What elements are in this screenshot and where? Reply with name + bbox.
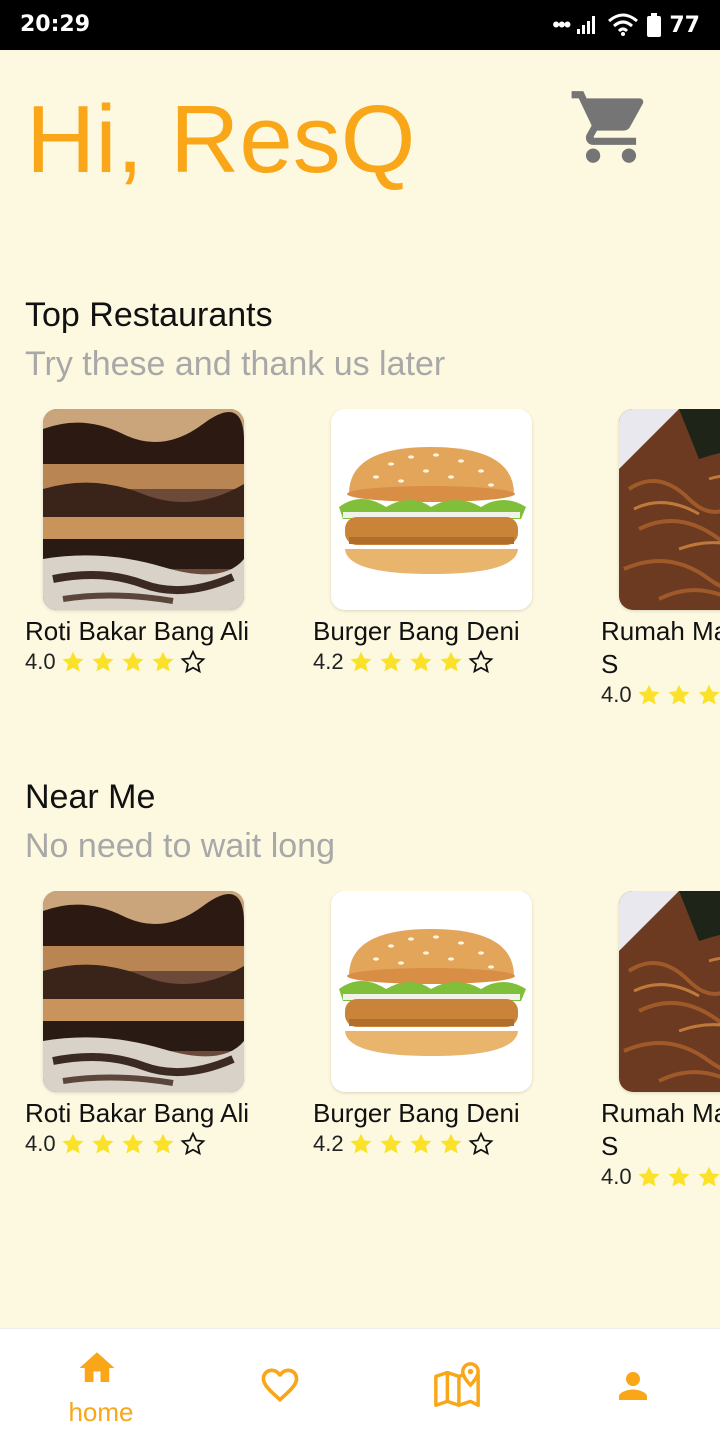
restaurant-rating: 4.0 xyxy=(601,682,720,708)
star-filled-icon xyxy=(668,1166,690,1187)
star-filled-icon xyxy=(152,651,174,672)
nav-profile[interactable] xyxy=(542,1329,720,1440)
star-filled-icon xyxy=(410,1133,432,1154)
restaurant-rating: 4.0 xyxy=(25,649,208,675)
star-filled-icon xyxy=(380,1133,402,1154)
restaurant-name: Burger Bang Deni xyxy=(313,616,520,646)
restaurant-name: Roti Bakar Bang Ali xyxy=(25,1098,250,1128)
star-filled-icon xyxy=(62,651,84,672)
restaurant-image-toast xyxy=(43,891,244,1092)
star-filled-icon xyxy=(380,651,402,672)
star-empty-icon xyxy=(180,649,206,674)
star-rating xyxy=(58,1131,208,1157)
signal-icon xyxy=(577,16,596,34)
restaurant-rating: 4.0 xyxy=(25,1131,208,1157)
bottom-navigation: home xyxy=(0,1328,720,1440)
star-filled-icon xyxy=(638,684,660,705)
star-filled-icon xyxy=(350,651,372,672)
section-subtitle-near-me: No need to wait long xyxy=(25,827,335,865)
cart-button[interactable] xyxy=(568,84,654,170)
restaurant-rating: 4.2 xyxy=(313,1131,496,1157)
restaurant-image-fried xyxy=(619,409,720,610)
nav-favorites[interactable] xyxy=(190,1329,370,1440)
home-icon xyxy=(79,1352,115,1382)
nav-home[interactable]: home xyxy=(6,1329,186,1440)
star-rating xyxy=(346,649,496,675)
restaurant-image-toast xyxy=(43,409,244,610)
star-rating xyxy=(634,682,720,708)
section-title-top-restaurants: Top Restaurants xyxy=(25,296,273,334)
star-filled-icon xyxy=(410,651,432,672)
star-filled-icon xyxy=(440,651,462,672)
restaurant-rating: 4.2 xyxy=(313,649,496,675)
section-subtitle-top-restaurants: Try these and thank us later xyxy=(25,345,446,383)
status-bar: 20:29 ••• 77 xyxy=(0,0,720,50)
heart-icon xyxy=(261,1368,299,1403)
star-empty-icon xyxy=(468,649,494,674)
section-title-near-me: Near Me xyxy=(25,778,156,816)
restaurant-image-burger xyxy=(331,891,532,1092)
star-filled-icon xyxy=(62,1133,84,1154)
rating-value: 4.2 xyxy=(313,649,344,674)
restaurant-name: Rumah Makan Padang S xyxy=(601,616,720,679)
wifi-icon xyxy=(608,13,639,36)
star-filled-icon xyxy=(668,684,690,705)
person-icon xyxy=(619,1372,647,1400)
status-time: 20:29 xyxy=(20,12,91,37)
rating-value: 4.0 xyxy=(25,649,56,674)
star-rating xyxy=(346,1131,496,1157)
rating-value: 4.2 xyxy=(313,1131,344,1156)
star-empty-icon xyxy=(468,1131,494,1156)
rating-value: 4.0 xyxy=(25,1131,56,1156)
battery-icon xyxy=(647,13,662,37)
star-filled-icon xyxy=(92,1133,114,1154)
star-filled-icon xyxy=(350,1133,372,1154)
nav-map[interactable] xyxy=(366,1329,546,1440)
restaurant-image-fried xyxy=(619,891,720,1092)
star-filled-icon xyxy=(122,1133,144,1154)
restaurant-name: Roti Bakar Bang Ali xyxy=(25,616,250,646)
star-rating xyxy=(58,649,208,675)
star-rating xyxy=(634,1164,720,1190)
status-icons: ••• 77 xyxy=(552,10,700,40)
rating-value: 4.0 xyxy=(601,682,632,707)
top-restaurants-carousel[interactable]: Roti Bakar Bang Ali 4.0 Burger Bang Deni… xyxy=(0,409,720,719)
restaurant-image-burger xyxy=(331,409,532,610)
star-filled-icon xyxy=(92,651,114,672)
star-filled-icon xyxy=(638,1166,660,1187)
restaurant-name: Burger Bang Deni xyxy=(313,1098,520,1128)
battery-level: 77 xyxy=(669,12,700,38)
star-filled-icon xyxy=(152,1133,174,1154)
restaurant-rating: 4.0 xyxy=(601,1164,720,1190)
greeting-title: Hi, ResQ xyxy=(26,86,416,193)
star-filled-icon xyxy=(440,1133,462,1154)
star-empty-icon xyxy=(180,1131,206,1156)
rating-value: 4.0 xyxy=(601,1164,632,1189)
star-filled-icon xyxy=(698,684,720,705)
restaurant-name: Rumah Makan Padang S xyxy=(601,1098,720,1161)
star-filled-icon xyxy=(698,1166,720,1187)
more-dots-icon: ••• xyxy=(552,12,571,37)
cart-icon xyxy=(571,91,644,163)
star-filled-icon xyxy=(122,651,144,672)
map-icon xyxy=(434,1362,480,1407)
near-me-carousel[interactable]: Roti Bakar Bang Ali 4.0 Burger Bang Deni… xyxy=(0,891,720,1201)
nav-home-label: home xyxy=(68,1397,134,1427)
